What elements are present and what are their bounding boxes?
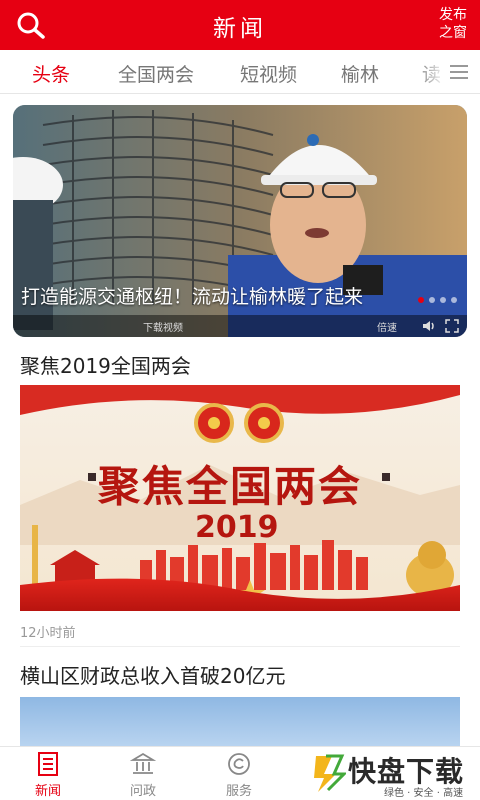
nav-service[interactable]: 服务 <box>209 751 269 799</box>
carousel-dot[interactable] <box>429 297 435 303</box>
watermark-slogan: 绿色 · 安全 · 高速 <box>384 788 464 799</box>
download-video-label[interactable]: 下载视频 <box>143 319 183 334</box>
section-title[interactable]: 聚焦2019全国两会 <box>20 350 191 379</box>
poster-headline: 聚焦全国两会 <box>98 462 363 511</box>
tab-two-sessions[interactable]: 全国两会 <box>118 60 194 87</box>
carousel-dot[interactable] <box>418 297 424 303</box>
service-icon <box>228 753 250 775</box>
headline-banner[interactable]: 打造能源交通枢纽！流动让榆林暖了起来 下载视频 倍速 <box>13 105 467 337</box>
app-header: 新闻 发布之窗 <box>0 0 480 50</box>
tab-short-video[interactable]: 短视频 <box>240 60 297 87</box>
carousel-dot[interactable] <box>451 297 457 303</box>
government-building-icon <box>130 752 156 774</box>
feature-timestamp: 12小时前 <box>20 626 76 641</box>
download-site-watermark: 快盘下载 绿色 · 安全 · 高速 <box>308 748 480 800</box>
watermark-logo-icon <box>314 754 346 792</box>
nav-news-label: 新闻 <box>34 784 61 799</box>
speed-label[interactable]: 倍速 <box>377 319 397 334</box>
page-title: 新闻 <box>213 16 267 42</box>
list-divider <box>20 646 460 647</box>
feature-image[interactable]: 聚焦全国两会 2019 <box>20 385 460 611</box>
nav-inquiry-label: 问政 <box>129 784 156 799</box>
banner-headline[interactable]: 打造能源交通枢纽！流动让榆林暖了起来 <box>21 285 381 309</box>
news-item-thumbnail[interactable] <box>20 697 460 747</box>
news-item-title[interactable]: 横山区财政总收入首破20亿元 <box>20 660 285 689</box>
category-tabs: 头条 全国两会 短视频 榆林 读 <box>0 50 480 94</box>
publish-window-button[interactable]: 发布之窗 <box>436 6 470 42</box>
tabs-fade <box>416 50 446 93</box>
nav-service-label: 服务 <box>225 784 252 799</box>
tab-headlines[interactable]: 头条 <box>32 60 70 87</box>
nav-inquiry[interactable]: 问政 <box>113 751 173 799</box>
volume-icon[interactable] <box>421 318 437 334</box>
newspaper-icon <box>38 752 58 776</box>
tab-menu-icon[interactable] <box>450 64 468 80</box>
video-control-bar: 下载视频 倍速 <box>13 315 467 337</box>
tab-yulin[interactable]: 榆林 <box>341 60 379 87</box>
carousel-dot[interactable] <box>440 297 446 303</box>
poster-year: 2019 <box>195 510 279 545</box>
fullscreen-icon[interactable] <box>445 319 459 333</box>
carousel-indicators <box>413 288 457 307</box>
nav-news[interactable]: 新闻 <box>18 751 78 799</box>
